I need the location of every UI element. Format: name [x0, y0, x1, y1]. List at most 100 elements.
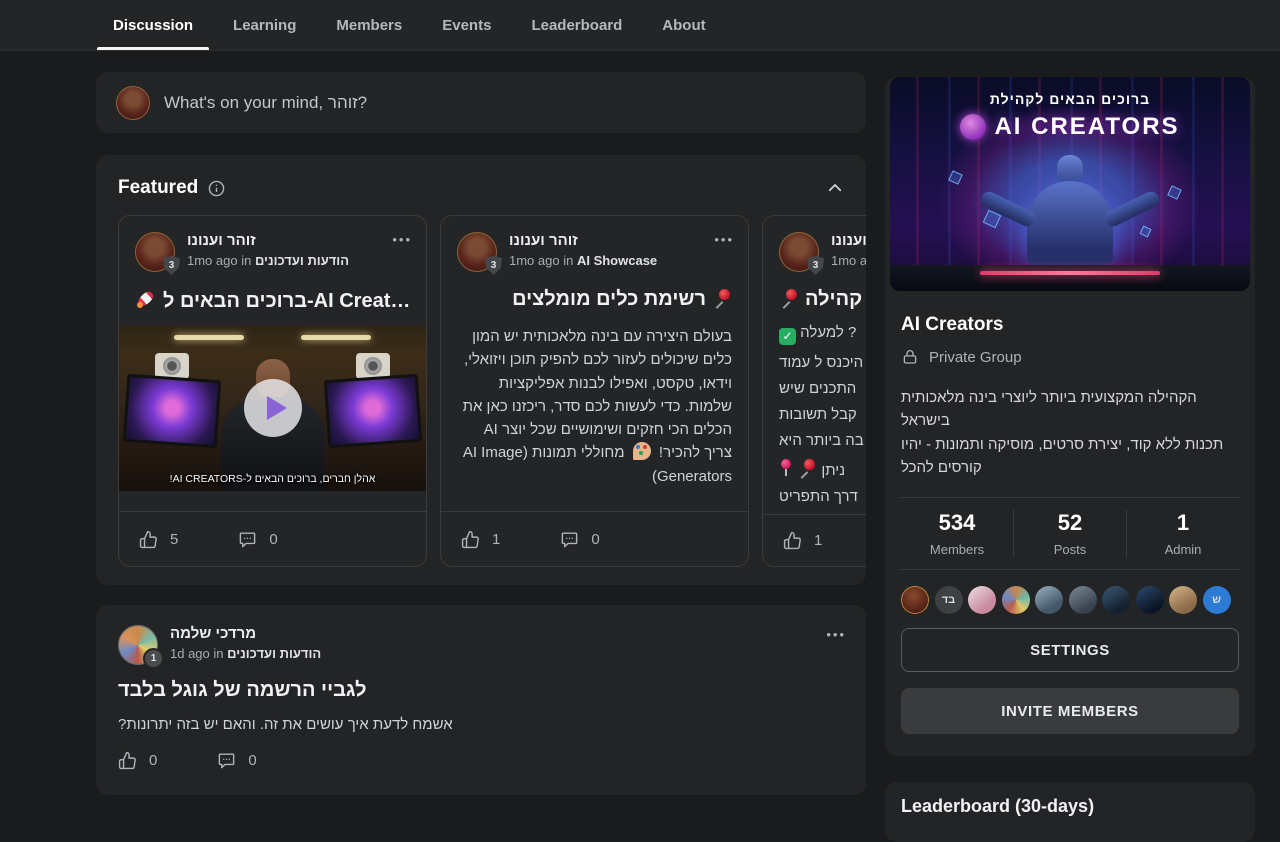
member-avatar[interactable]: [1002, 586, 1030, 614]
card-header: 3 זוהר וענונו 1mo ago in AI Showcase: [441, 216, 748, 272]
banner-desk: [890, 265, 1250, 291]
member-avatar[interactable]: [1102, 586, 1130, 614]
post-google-signup[interactable]: 1 מרדכי שלמה 1d ago in הודעות ועדכונים •…: [96, 605, 866, 795]
stat-members[interactable]: 534 Members: [901, 510, 1013, 557]
category-link[interactable]: הודעות ועדכונים: [255, 253, 349, 268]
post-menu-icon[interactable]: •••: [714, 232, 734, 247]
featured-card-tools[interactable]: 3 זוהר וענונו 1mo ago in AI Showcase •••…: [440, 215, 749, 567]
category-link[interactable]: AI Showcase: [577, 253, 657, 268]
timestamp: 1d ago in: [170, 646, 224, 661]
post-menu-icon[interactable]: •••: [826, 627, 846, 642]
top-navigation: Discussion Learning Members Events Leade…: [0, 0, 1280, 51]
like-icon[interactable]: [118, 751, 137, 770]
stat-posts[interactable]: 52 Posts: [1013, 510, 1126, 557]
member-avatar[interactable]: [1169, 586, 1197, 614]
tab-members[interactable]: Members: [320, 0, 418, 50]
main-column: What's on your mind, זוהר? Featured 3 זו…: [96, 72, 866, 795]
author-name[interactable]: זוהר וענונו: [831, 232, 866, 249]
featured-card-welcome[interactable]: 3 זוהר וענונו 1mo ago in הודעות ועדכונים…: [118, 215, 427, 567]
tab-about[interactable]: About: [646, 0, 721, 50]
play-button[interactable]: [244, 379, 302, 437]
tab-leaderboard[interactable]: Leaderboard: [515, 0, 638, 50]
post-title[interactable]: קהילה: [763, 288, 866, 310]
body-fragment: דרך התפריט: [779, 488, 858, 505]
member-avatar[interactable]: [1035, 586, 1063, 614]
group-name: AI Creators: [901, 314, 1239, 336]
post-footer: 0 0: [118, 751, 844, 770]
info-icon[interactable]: [208, 180, 225, 197]
author-avatar[interactable]: 1: [118, 625, 158, 665]
group-stats: 534 Members 52 Posts 1 Admin: [901, 497, 1239, 570]
author-name[interactable]: זוהר וענונו: [509, 232, 657, 249]
post-body: אשמח לדעת איך עושים את זה. והאם יש בזה י…: [118, 716, 844, 733]
timestamp: 1mo ago in: [831, 253, 866, 268]
member-avatar[interactable]: [901, 586, 929, 614]
current-user-avatar[interactable]: [116, 86, 150, 120]
tab-events[interactable]: Events: [426, 0, 507, 50]
post-body-line: היכנס ל עמוד: [763, 354, 866, 371]
pushpin-emoji: [712, 288, 732, 308]
author-name[interactable]: מרדכי שלמה: [170, 625, 321, 642]
category-link[interactable]: הודעות ועדכונים: [227, 646, 321, 661]
member-avatar[interactable]: [968, 586, 996, 614]
featured-card-community[interactable]: 3 זוהר וענונו 1mo ago in קהילה ? למעלה ה…: [762, 215, 866, 567]
author-name[interactable]: זוהר וענונו: [187, 232, 349, 249]
post-meta: 1mo ago in: [831, 253, 866, 268]
post-body-line: ? למעלה: [763, 324, 866, 345]
like-icon[interactable]: [139, 530, 158, 549]
like-count: 5: [170, 531, 178, 548]
featured-carousel: 3 זוהר וענונו 1mo ago in הודעות ועדכונים…: [118, 215, 866, 567]
card-header: 3 זוהר וענונו 1mo ago in: [763, 216, 866, 272]
stat-value: 534: [901, 510, 1013, 536]
post-title[interactable]: רשימת כלים מומלצים: [441, 288, 748, 311]
tab-discussion[interactable]: Discussion: [97, 0, 209, 50]
post-body: ? למעלה היכנס ל עמוד התכנים שיש קבל תשוב…: [763, 324, 866, 514]
post-title[interactable]: ברוכים הבאים ל-AI Creat…: [119, 288, 426, 313]
like-icon[interactable]: [461, 530, 480, 549]
like-icon[interactable]: [783, 531, 802, 550]
post-menu-icon[interactable]: •••: [392, 232, 412, 247]
author-meta: זוהר וענונו 1mo ago in: [831, 232, 866, 272]
comment-icon[interactable]: [217, 751, 236, 770]
stat-label: Posts: [1014, 542, 1126, 557]
comment-icon[interactable]: [238, 530, 257, 549]
body-fragment: היכנס ל עמוד: [779, 354, 863, 371]
post-meta: 1mo ago in AI Showcase: [509, 253, 657, 268]
video-thumbnail[interactable]: אהלן חברים, ברוכים הבאים ל-AI CREATORS!: [119, 325, 426, 491]
banner-welcome-text: ברוכים הבאים לקהילת: [890, 91, 1250, 107]
author-meta: מרדכי שלמה 1d ago in הודעות ועדכונים: [170, 625, 321, 665]
post-title[interactable]: לגביי הרשמה של גוגל בלבד: [118, 679, 844, 702]
author-avatar[interactable]: 3: [779, 232, 819, 272]
featured-title: Featured: [118, 177, 198, 199]
pushpin-emoji: [779, 288, 799, 308]
settings-button[interactable]: SETTINGS: [901, 628, 1239, 672]
round-pin-emoji: [779, 458, 793, 478]
member-avatar[interactable]: ש: [1203, 586, 1231, 614]
comment-icon[interactable]: [560, 530, 579, 549]
palette-emoji: [633, 442, 651, 460]
member-avatar[interactable]: [1136, 586, 1164, 614]
author-meta: זוהר וענונו 1mo ago in הודעות ועדכונים: [187, 232, 349, 272]
tab-learning[interactable]: Learning: [217, 0, 312, 50]
author-avatar[interactable]: 3: [457, 232, 497, 272]
stat-value: 52: [1014, 510, 1126, 536]
community-page: { "nav": { "tabs": ["Discussion", "Learn…: [0, 0, 1280, 811]
stat-admin[interactable]: 1 Admin: [1126, 510, 1239, 557]
banner-figure: [985, 155, 1155, 265]
post-meta: 1mo ago in הודעות ועדכונים: [187, 253, 349, 268]
member-avatars: בד ש: [885, 570, 1255, 614]
member-avatar[interactable]: [1069, 586, 1097, 614]
post-composer[interactable]: What's on your mind, זוהר?: [96, 72, 866, 133]
author-avatar[interactable]: 3: [135, 232, 175, 272]
post-body-line: התכנים שיש: [763, 380, 866, 397]
composer-prompt[interactable]: What's on your mind, זוהר?: [164, 93, 367, 113]
invite-members-button[interactable]: INVITE MEMBERS: [901, 688, 1239, 734]
sidebar: ברוכים הבאים לקהילת AI CREATORS AI Creat…: [885, 72, 1255, 842]
post-title-text: ברוכים הבאים ל-AI Creat…: [163, 290, 410, 312]
member-avatar[interactable]: בד: [935, 586, 963, 614]
chevron-up-icon[interactable]: [826, 179, 844, 197]
post-body-line: קבל תשובות: [763, 406, 866, 423]
level-badge: 1: [143, 648, 164, 669]
post-body-text: בעולם היצירה עם בינה מלאכותית יש המון כל…: [463, 328, 732, 461]
stat-label: Admin: [1127, 542, 1239, 557]
